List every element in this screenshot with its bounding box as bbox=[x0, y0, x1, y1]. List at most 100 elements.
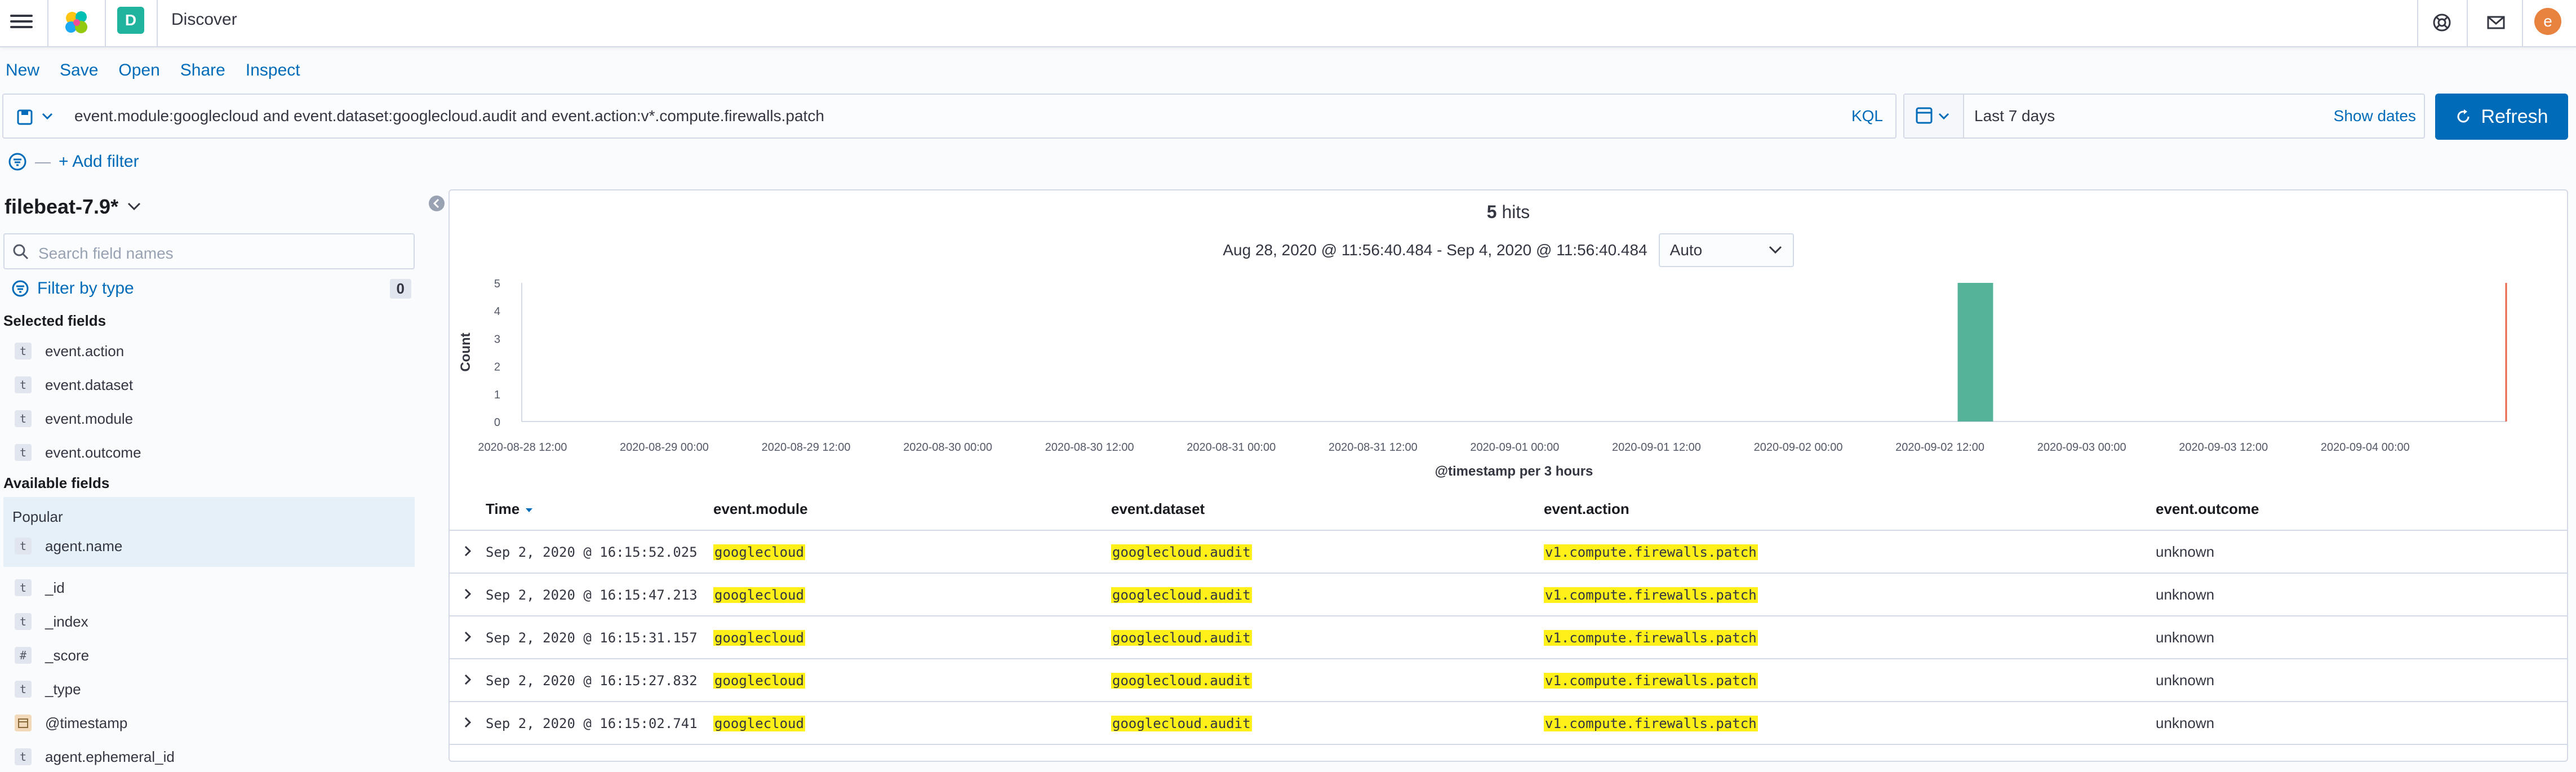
event-action-cell: v1.compute.firewalls.patch bbox=[1544, 672, 1758, 689]
table-row: Sep 2, 2020 @ 16:15:31.157 googlecloud g… bbox=[450, 616, 2567, 659]
table-row: Sep 2, 2020 @ 16:15:27.832 googlecloud g… bbox=[450, 659, 2567, 702]
new-button[interactable]: New bbox=[6, 61, 39, 80]
x-tick-label: 2020-09-02 00:00 bbox=[1754, 441, 1843, 454]
interval-value: Auto bbox=[1669, 241, 1703, 259]
expand-row-icon[interactable] bbox=[460, 715, 476, 730]
event-module-cell: googlecloud bbox=[713, 715, 805, 732]
event-outcome-cell: unknown bbox=[2156, 672, 2215, 689]
search-placeholder: Search field names bbox=[38, 245, 174, 262]
share-button[interactable]: Share bbox=[180, 61, 225, 80]
kql-toggle-button[interactable]: KQL bbox=[1851, 107, 1883, 125]
field-item[interactable]: t event.dataset bbox=[3, 369, 415, 401]
string-type-icon: t bbox=[15, 681, 32, 698]
column-header-event-outcome[interactable]: event.outcome bbox=[2156, 500, 2259, 518]
inspect-button[interactable]: Inspect bbox=[246, 61, 300, 80]
time-cell: Sep 2, 2020 @ 16:15:27.832 bbox=[486, 673, 698, 689]
field-item[interactable]: t agent.name bbox=[3, 530, 415, 562]
field-sidebar: filebeat-7.9* Search field names Filter … bbox=[0, 186, 428, 772]
time-cell: Sep 2, 2020 @ 16:15:02.741 bbox=[486, 716, 698, 731]
popular-label: Popular bbox=[12, 508, 63, 525]
menu-icon[interactable] bbox=[10, 11, 33, 34]
field-item[interactable]: t agent.ephemeral_id bbox=[3, 740, 415, 772]
field-item[interactable]: @timestamp bbox=[3, 707, 415, 739]
field-name: _type bbox=[45, 680, 81, 698]
highlight: v1.compute.firewalls.patch bbox=[1544, 630, 1758, 646]
x-tick-label: 2020-09-01 12:00 bbox=[1612, 441, 1701, 454]
highlight: v1.compute.firewalls.patch bbox=[1544, 587, 1758, 603]
expand-row-icon[interactable] bbox=[460, 586, 476, 602]
open-button[interactable]: Open bbox=[118, 61, 159, 80]
filter-options-icon[interactable] bbox=[8, 152, 27, 171]
kibana-logo-icon[interactable] bbox=[62, 8, 91, 37]
histogram-chart[interactable]: Count 0 1 2 3 4 5 2020-08-28 12:00 2020-08-29 00… bbox=[450, 269, 2567, 495]
field-name: event.action bbox=[45, 342, 125, 360]
field-name: event.outcome bbox=[45, 443, 141, 461]
field-name: agent.name bbox=[45, 537, 123, 554]
interval-select[interactable]: Auto bbox=[1658, 233, 1794, 267]
query-input[interactable]: event.module:googlecloud and event.datas… bbox=[74, 107, 824, 125]
column-header-time[interactable]: Time bbox=[486, 500, 535, 518]
string-type-icon: t bbox=[15, 538, 32, 554]
expand-row-icon[interactable] bbox=[460, 543, 476, 559]
y-tick-label: 2 bbox=[494, 361, 500, 374]
date-picker: Last 7 days Show dates bbox=[1903, 94, 2425, 139]
search-icon bbox=[13, 244, 29, 260]
field-item[interactable]: t _index bbox=[3, 605, 415, 638]
table-row: Sep 2, 2020 @ 16:15:02.741 googlecloud g… bbox=[450, 702, 2567, 745]
add-filter-button[interactable]: + Add filter bbox=[59, 152, 139, 171]
refresh-button[interactable]: Refresh bbox=[2435, 94, 2568, 140]
x-tick-label: 2020-09-01 00:00 bbox=[1470, 441, 1559, 454]
field-item[interactable]: t event.outcome bbox=[3, 436, 415, 469]
highlight: v1.compute.firewalls.patch bbox=[1544, 544, 1758, 560]
newsfeed-icon[interactable] bbox=[2484, 10, 2508, 35]
y-axis-label: Count bbox=[458, 332, 473, 371]
help-icon[interactable] bbox=[2430, 10, 2454, 35]
x-tick-label: 2020-09-03 00:00 bbox=[2037, 441, 2126, 454]
y-tick-label: 3 bbox=[494, 333, 500, 345]
field-item[interactable]: t _type bbox=[3, 673, 415, 706]
field-item[interactable]: t _id bbox=[3, 571, 415, 604]
hits-counter: 5 hits bbox=[450, 202, 2567, 223]
filter-count-badge: 0 bbox=[389, 278, 411, 299]
column-header-event-action[interactable]: event.action bbox=[1544, 500, 1629, 518]
filter-by-type-button[interactable]: Filter by type 0 bbox=[11, 276, 411, 301]
highlight: googlecloud.audit bbox=[1111, 630, 1252, 646]
index-pattern-selector[interactable]: filebeat-7.9* bbox=[5, 195, 142, 219]
highlight: googlecloud.audit bbox=[1111, 673, 1252, 689]
field-name: event.module bbox=[45, 410, 134, 427]
calendar-icon bbox=[18, 718, 28, 728]
event-action-cell: v1.compute.firewalls.patch bbox=[1544, 543, 1758, 561]
space-avatar[interactable]: D bbox=[117, 7, 144, 34]
quick-select-button[interactable] bbox=[1904, 95, 1964, 137]
breadcrumb-discover: Discover bbox=[171, 10, 237, 29]
calendar-icon bbox=[1916, 107, 1949, 124]
date-range-value[interactable]: Last 7 days bbox=[1974, 107, 2055, 125]
expand-row-icon[interactable] bbox=[460, 629, 476, 645]
search-field-names-input[interactable]: Search field names bbox=[3, 233, 415, 269]
save-button[interactable]: Save bbox=[60, 61, 98, 80]
column-header-event-module[interactable]: event.module bbox=[713, 500, 808, 518]
field-item[interactable]: t event.action bbox=[3, 335, 415, 367]
chevron-down-icon bbox=[128, 202, 141, 211]
x-axis-label: @timestamp per 3 hours bbox=[1435, 464, 1593, 479]
app-header: D Discover e bbox=[0, 0, 2576, 47]
user-avatar[interactable]: e bbox=[2534, 8, 2561, 35]
column-header-event-dataset[interactable]: event.dataset bbox=[1111, 500, 1205, 518]
field-name: _index bbox=[45, 613, 88, 630]
collapse-sidebar-icon[interactable] bbox=[428, 195, 445, 212]
column-title: Time bbox=[486, 500, 520, 517]
field-name: agent.ephemeral_id bbox=[45, 748, 175, 765]
field-name: _id bbox=[45, 579, 65, 596]
string-type-icon: t bbox=[15, 410, 32, 427]
filter-by-type-label: Filter by type bbox=[37, 279, 134, 298]
hits-count: 5 bbox=[1486, 202, 1497, 222]
top-nav-menu: New Save Open Share Inspect bbox=[6, 61, 300, 80]
field-item[interactable]: # _score bbox=[3, 639, 415, 672]
field-item[interactable]: t event.module bbox=[3, 402, 415, 435]
expand-row-icon[interactable] bbox=[460, 672, 476, 687]
x-tick-label: 2020-08-29 00:00 bbox=[620, 441, 709, 454]
y-tick-label: 0 bbox=[494, 416, 500, 429]
saved-query-icon[interactable] bbox=[16, 107, 61, 127]
sort-down-icon[interactable] bbox=[523, 506, 535, 514]
show-dates-button[interactable]: Show dates bbox=[2334, 107, 2416, 125]
